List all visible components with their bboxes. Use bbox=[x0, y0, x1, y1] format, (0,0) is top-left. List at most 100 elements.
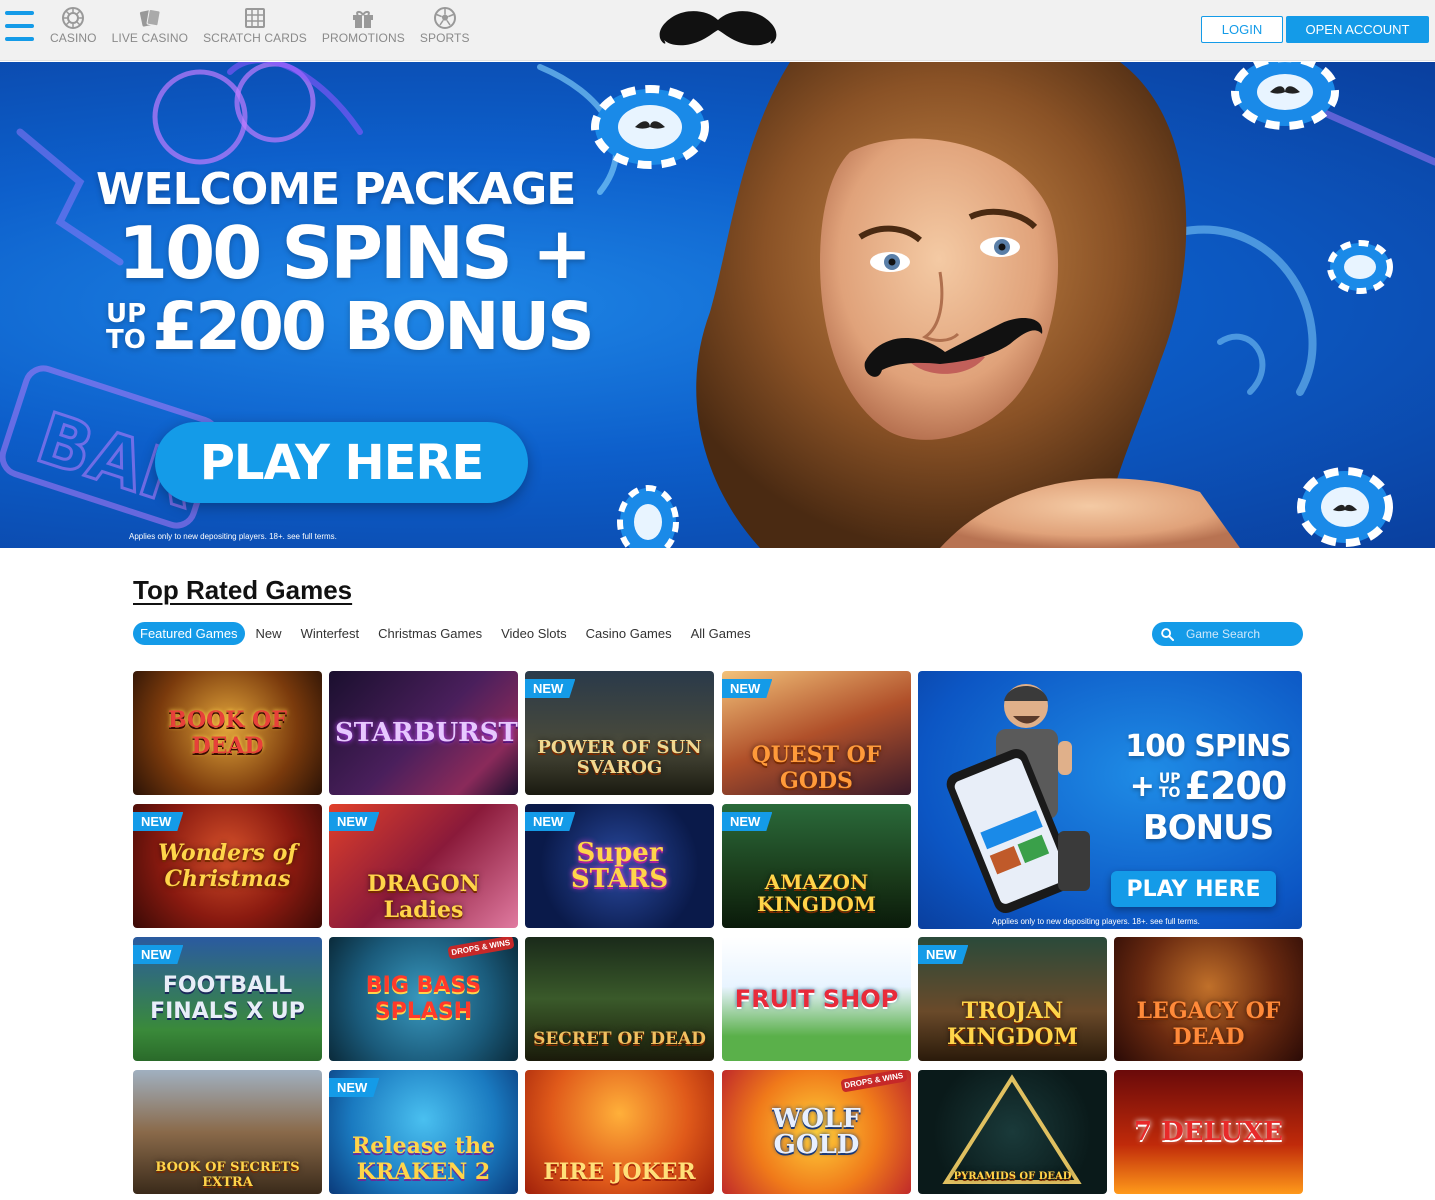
drops-wins-badge: DROPS & WINS bbox=[840, 1070, 908, 1093]
login-button[interactable]: LOGIN bbox=[1201, 16, 1283, 43]
game-title: 7 DELUXE bbox=[1133, 1117, 1284, 1147]
game-tile-legacy-of-dead[interactable]: LEGACY OF DEAD bbox=[1114, 937, 1303, 1061]
tab-all-games[interactable]: All Games bbox=[691, 626, 751, 641]
game-title: Super STARS bbox=[570, 838, 669, 894]
section-title: Top Rated Games bbox=[133, 575, 353, 605]
nav-label: SCRATCH CARDS bbox=[203, 31, 307, 45]
drops-wins-badge: DROPS & WINS bbox=[447, 937, 515, 960]
game-tile-big-bass-splash[interactable]: BIG BASS SPLASH DROPS & WINS bbox=[329, 937, 518, 1061]
scratch-card-icon bbox=[244, 8, 265, 28]
game-title: AMAZON KINGDOM bbox=[756, 870, 876, 917]
new-badge: NEW bbox=[525, 812, 576, 831]
game-title: SECRET OF DEAD bbox=[533, 1028, 706, 1049]
football-icon bbox=[433, 7, 456, 29]
game-title: WOLF GOLD bbox=[772, 1104, 861, 1160]
new-badge: NEW bbox=[133, 812, 184, 831]
game-tile-super-stars[interactable]: Super STARS NEW bbox=[525, 804, 714, 928]
new-badge: NEW bbox=[722, 679, 773, 698]
new-badge: NEW bbox=[329, 1078, 380, 1097]
game-title: Wonders of Christmas bbox=[158, 840, 297, 892]
cards-icon bbox=[139, 8, 161, 27]
tab-christmas-games[interactable]: Christmas Games bbox=[378, 626, 482, 641]
promo-character-phone-image bbox=[946, 684, 1090, 914]
tab-featured-games[interactable]: Featured Games bbox=[133, 622, 245, 645]
nav-scratch-cards[interactable]: SCRATCH CARDS bbox=[203, 6, 307, 45]
promo-play-here-button[interactable]: PLAY HERE bbox=[1111, 871, 1276, 907]
hero-spins-text: 100 SPINS + bbox=[118, 211, 592, 295]
hero-banner[interactable]: BAR WELCOME PACKAGE 100 SPINS + UP TO £2… bbox=[0, 62, 1435, 548]
open-account-button[interactable]: OPEN ACCOUNT bbox=[1286, 16, 1429, 43]
hero-bonus-line: UP TO £200 BONUS bbox=[106, 287, 596, 367]
nav-promotions[interactable]: PROMOTIONS bbox=[322, 6, 405, 45]
game-tile-book-of-dead[interactable]: BOOK OF DEAD bbox=[133, 671, 322, 795]
game-category-tabs: Featured Games New Winterfest Christmas … bbox=[133, 622, 770, 645]
promo-headline: 100 SPINS + UP TO £200 BONUS bbox=[1118, 729, 1298, 848]
game-title: PYRAMIDS OF DEAD bbox=[953, 1170, 1072, 1182]
search-icon bbox=[1161, 627, 1174, 641]
game-title: TROJAN KINGDOM bbox=[947, 997, 1078, 1050]
game-tile-fruit-shop[interactable]: FRUIT SHOP bbox=[722, 937, 911, 1061]
promo-amount-line: + UP TO £200 bbox=[1118, 764, 1298, 808]
tab-winterfest[interactable]: Winterfest bbox=[301, 626, 360, 641]
new-badge: NEW bbox=[722, 812, 773, 831]
game-tile-starburst[interactable]: STARBURST bbox=[329, 671, 518, 795]
top-header: CASINO LIVE CASINO SCRATCH CARDS PROMOTI… bbox=[0, 0, 1435, 61]
game-title: BIG BASS SPLASH bbox=[365, 973, 482, 1024]
game-tile-trojan-kingdom[interactable]: TROJAN KINGDOM NEW bbox=[918, 937, 1107, 1061]
menu-icon[interactable] bbox=[5, 11, 35, 43]
game-title: FOOTBALL FINALS X UP bbox=[150, 973, 305, 1024]
tab-casino-games[interactable]: Casino Games bbox=[586, 626, 672, 641]
nav-live-casino[interactable]: LIVE CASINO bbox=[112, 6, 188, 45]
game-search-input[interactable]: Game Search bbox=[1152, 622, 1303, 646]
promo-amount-text: £200 bbox=[1184, 764, 1288, 808]
nav-sports[interactable]: SPORTS bbox=[420, 6, 470, 45]
game-tile-fire-joker[interactable]: FIRE JOKER bbox=[525, 1070, 714, 1194]
casino-chip-icon bbox=[62, 7, 85, 29]
tab-new[interactable]: New bbox=[256, 626, 282, 641]
game-tile-secret-of-dead[interactable]: SECRET OF DEAD bbox=[525, 937, 714, 1061]
moustache-logo[interactable] bbox=[656, 8, 780, 50]
new-badge: NEW bbox=[329, 812, 380, 831]
game-tile-book-of-secrets[interactable]: BOOK OF SECRETS EXTRA bbox=[133, 1070, 322, 1194]
main-nav: CASINO LIVE CASINO SCRATCH CARDS PROMOTI… bbox=[50, 6, 485, 45]
game-tile-wolf-gold[interactable]: WOLF GOLD DROPS & WINS bbox=[722, 1070, 911, 1194]
game-tile-svarog[interactable]: POWER OF SUN SVAROG NEW bbox=[525, 671, 714, 795]
promo-terms-text[interactable]: Applies only to new depositing players. … bbox=[992, 917, 1200, 926]
game-tile-kraken-2[interactable]: Release the KRAKEN 2 NEW bbox=[329, 1070, 518, 1194]
promo-plus-text: + bbox=[1129, 768, 1155, 804]
nav-label: PROMOTIONS bbox=[321, 31, 405, 45]
nav-casino[interactable]: CASINO bbox=[50, 6, 97, 45]
game-tile-dragon-ladies[interactable]: DRAGON Ladies NEW bbox=[329, 804, 518, 928]
hero-play-here-button[interactable]: PLAY HERE bbox=[155, 422, 528, 503]
new-badge: NEW bbox=[133, 945, 184, 964]
new-badge: NEW bbox=[918, 945, 969, 964]
game-title: LEGACY OF DEAD bbox=[1136, 997, 1281, 1050]
tab-video-slots[interactable]: Video Slots bbox=[501, 626, 567, 641]
promo-upto: UP TO bbox=[1159, 772, 1181, 800]
promo-spins-text: 100 SPINS bbox=[1125, 729, 1292, 764]
promo-banner[interactable]: 100 SPINS + UP TO £200 BONUS PLAY HERE A… bbox=[918, 671, 1302, 929]
game-tile-wonders-of-christmas[interactable]: Wonders of Christmas NEW bbox=[133, 804, 322, 928]
game-title: FIRE JOKER bbox=[543, 1158, 696, 1185]
game-title: BOOK OF DEAD bbox=[168, 707, 287, 759]
game-title: STARBURST bbox=[335, 718, 518, 748]
game-tile-amazon-kingdom[interactable]: AMAZON KINGDOM NEW bbox=[722, 804, 911, 928]
promo-to-text: TO bbox=[1158, 785, 1181, 801]
hero-upto: UP TO bbox=[106, 301, 146, 353]
hero-terms-text[interactable]: Applies only to new depositing players. … bbox=[129, 532, 337, 541]
game-tile-football-finals[interactable]: FOOTBALL FINALS X UP NEW bbox=[133, 937, 322, 1061]
game-tile-quest-of-gods[interactable]: QUEST OF GODS NEW bbox=[722, 671, 911, 795]
game-title: QUEST OF GODS bbox=[751, 741, 882, 794]
hero-up-text: UP bbox=[106, 299, 147, 329]
promo-bonus-text: BONUS bbox=[1142, 808, 1274, 848]
nav-label: SPORTS bbox=[419, 31, 470, 45]
hero-amount-text: £200 BONUS bbox=[152, 288, 594, 365]
game-title: POWER OF SUN SVAROG bbox=[537, 736, 702, 778]
game-tile-7-deluxe[interactable]: 7 DELUXE bbox=[1114, 1070, 1303, 1194]
game-tile-pyramids-of-dead[interactable]: PYRAMIDS OF DEAD bbox=[918, 1070, 1107, 1194]
game-title: BOOK OF SECRETS EXTRA bbox=[155, 1160, 300, 1191]
nav-label: LIVE CASINO bbox=[111, 31, 189, 45]
hero-welcome-text: WELCOME PACKAGE bbox=[96, 164, 576, 215]
search-placeholder: Game Search bbox=[1186, 627, 1261, 641]
hero-to-text: TO bbox=[106, 325, 146, 355]
